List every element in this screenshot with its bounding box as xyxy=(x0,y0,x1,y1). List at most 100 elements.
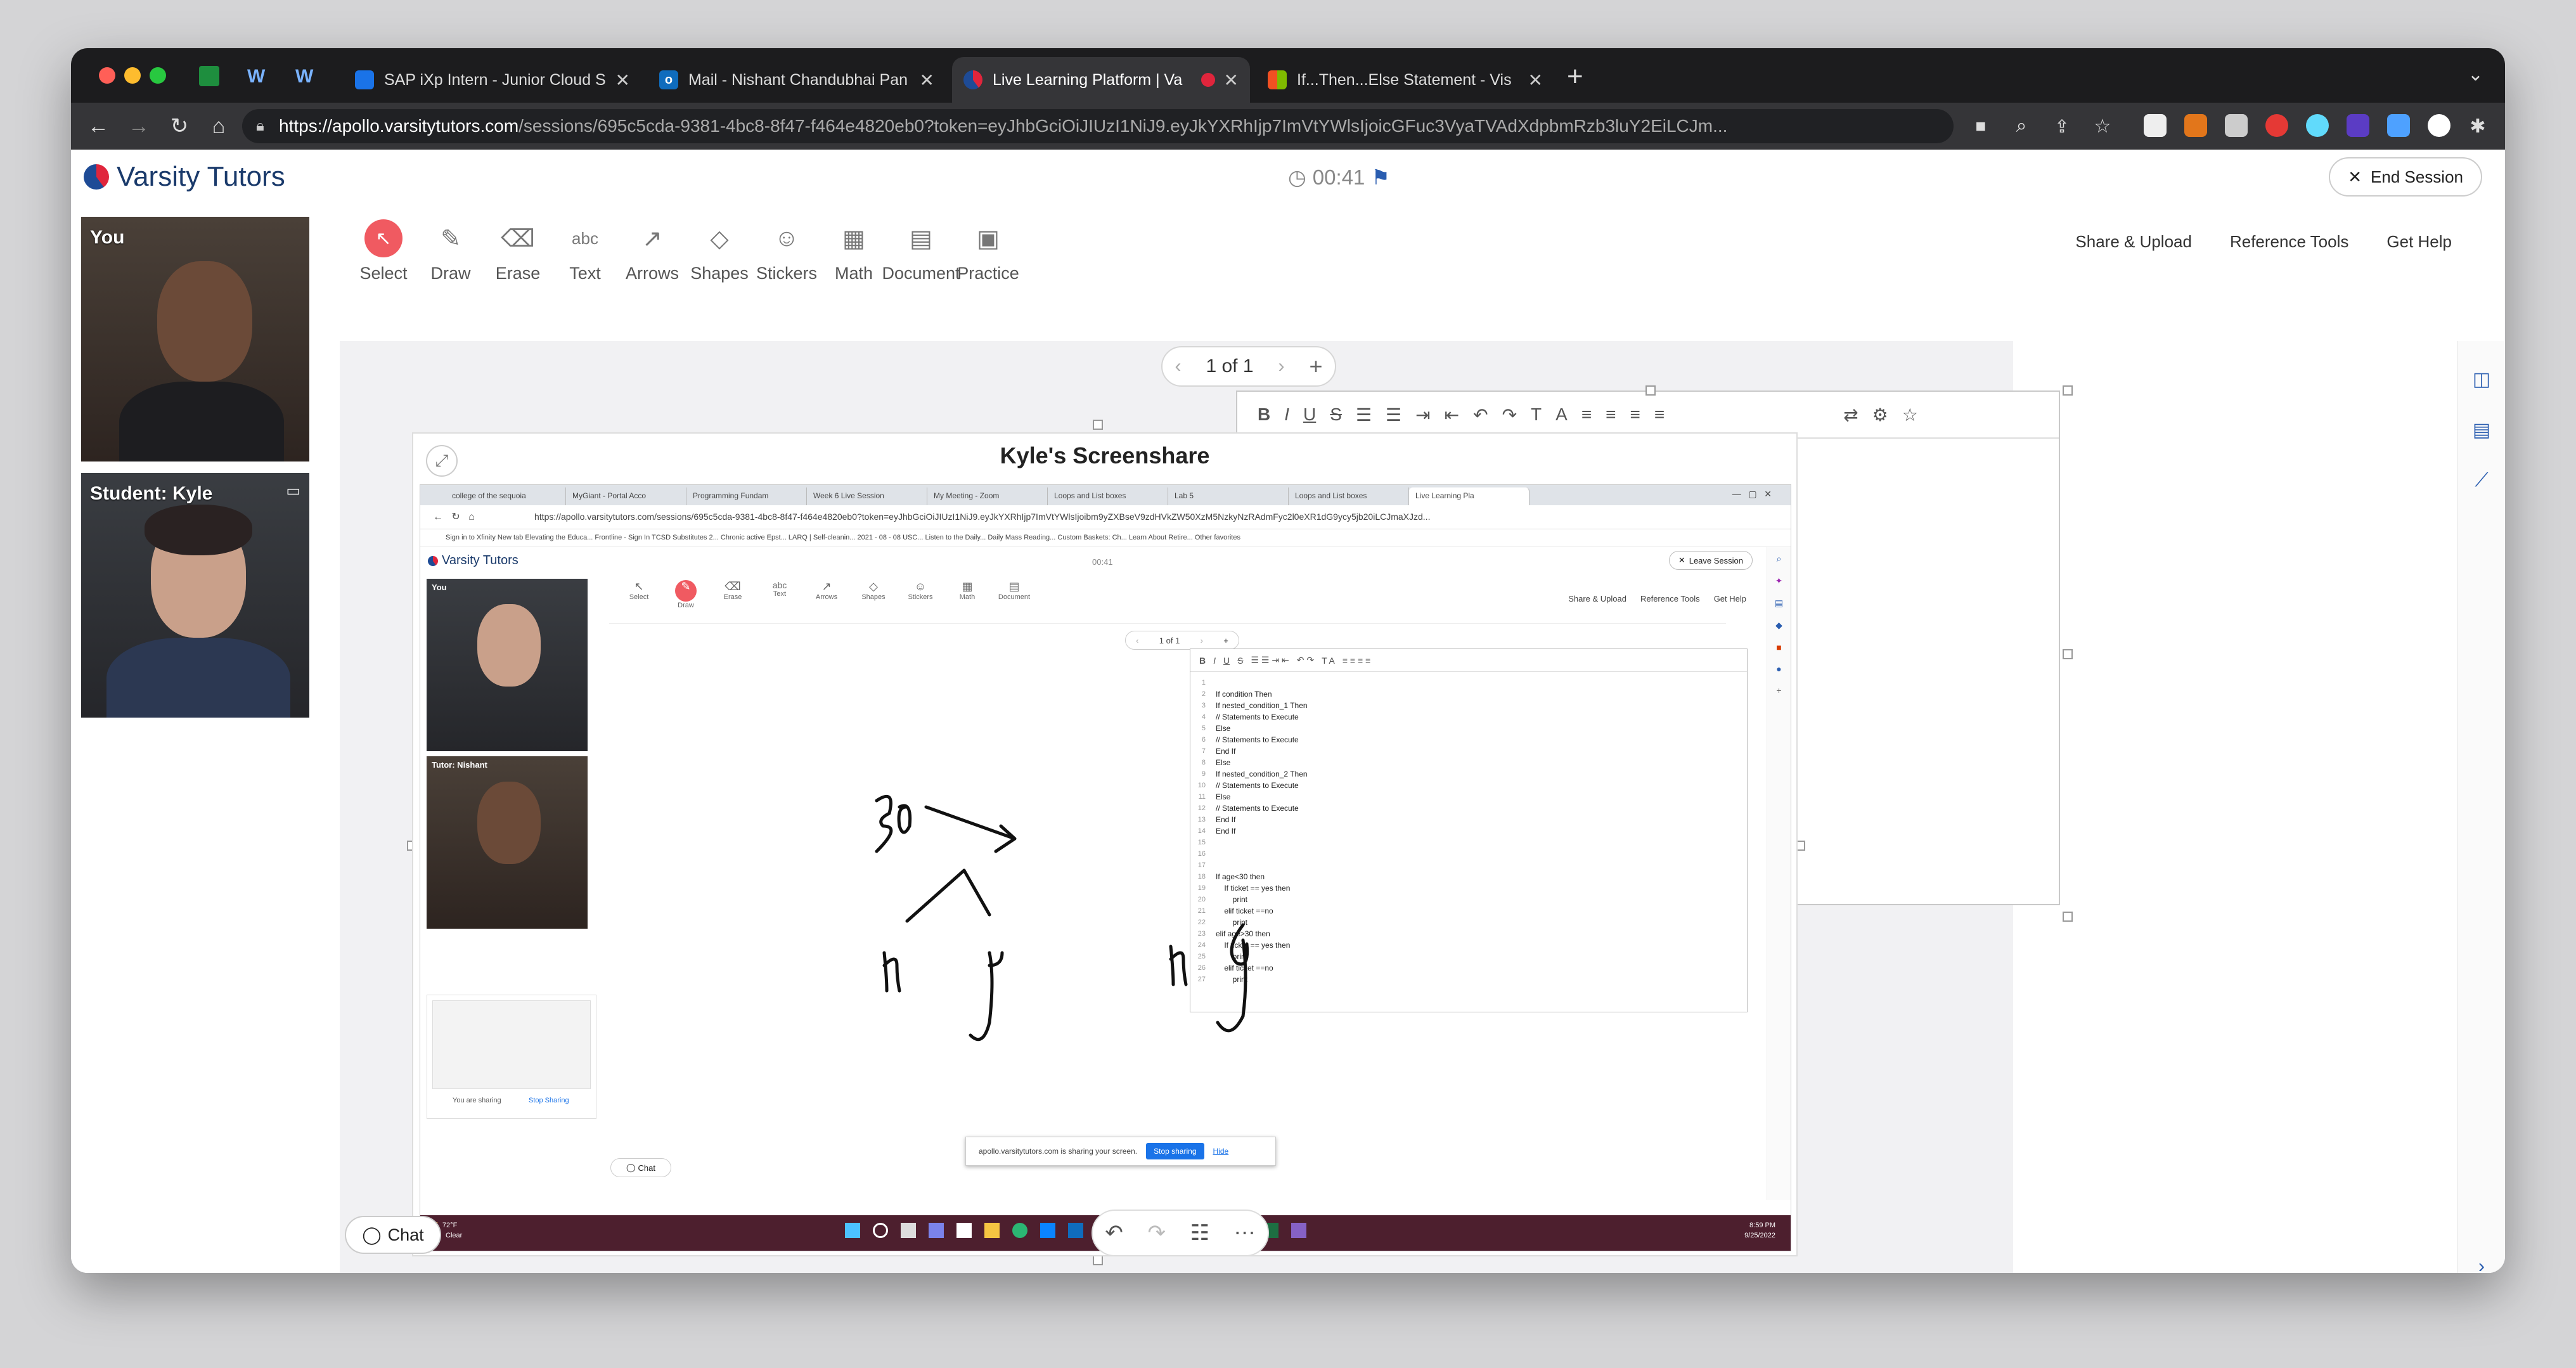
stop-sharing-thumb-link: Stop Sharing xyxy=(529,1097,569,1104)
more-options-icon[interactable]: ⋯ xyxy=(1234,1220,1256,1246)
bookmark-star-icon[interactable]: ☆ xyxy=(2088,112,2117,141)
align-justify-icon[interactable]: ≡ xyxy=(1630,404,1640,425)
close-tab-icon[interactable]: ✕ xyxy=(1528,70,1543,91)
resize-handle[interactable] xyxy=(2063,649,2073,659)
next-page-icon[interactable]: › xyxy=(1278,356,1284,377)
tool-document[interactable]: ▤ Document xyxy=(882,219,960,283)
chat-button[interactable]: ◯ Chat xyxy=(345,1216,441,1254)
undo-icon[interactable]: ↶ xyxy=(1105,1220,1123,1246)
tab-mail[interactable]: o Mail - Nishant Chandubhai Pan ✕ xyxy=(648,57,946,103)
arrow-icon: ↗ xyxy=(642,225,662,252)
tool-shapes[interactable]: ◇ Shapes xyxy=(686,219,753,283)
home-icon[interactable]: ⌂ xyxy=(204,112,233,141)
resize-handle[interactable] xyxy=(2063,385,2073,396)
text-color-icon[interactable]: A xyxy=(1555,404,1568,425)
end-session-button[interactable]: ✕ End Session xyxy=(2329,157,2482,197)
bold-icon[interactable]: B xyxy=(1258,404,1270,425)
extension-pen-icon[interactable] xyxy=(2387,114,2410,137)
text-format-toolbar: B I U S ☰ ☰ ⇥ ⇤ ↶ ↷ T A ≡ ≡ ≡ ≡ ⇄ ⚙ ☆ xyxy=(1237,392,2059,439)
extension-metamask-icon[interactable] xyxy=(2184,114,2207,137)
resize-handle[interactable] xyxy=(1093,1255,1103,1265)
indent-icon[interactable]: ⇥ xyxy=(1415,404,1430,425)
extension-adblock-icon[interactable] xyxy=(2265,114,2288,137)
tool-arrows[interactable]: ↗ Arrows xyxy=(619,219,686,283)
redo-icon[interactable]: ↷ xyxy=(1502,404,1517,425)
prev-page-icon[interactable]: ‹ xyxy=(1175,356,1181,377)
extension-react-icon[interactable] xyxy=(2306,114,2329,137)
underline-icon[interactable]: U xyxy=(1303,404,1316,425)
analytics-icon[interactable]: ⟋ xyxy=(2469,468,2494,493)
outdent-icon[interactable]: ⇤ xyxy=(1445,404,1459,425)
address-bar[interactable]: 🔒︎ https://apollo.varsitytutors.com/sess… xyxy=(242,109,1954,143)
close-icon: ✕ xyxy=(2348,167,2362,186)
collapse-chevron-icon[interactable]: › xyxy=(2469,1254,2494,1273)
align-right-icon[interactable]: ≡ xyxy=(1654,404,1665,425)
reload-icon[interactable]: ↻ xyxy=(165,112,194,141)
minimize-window-button[interactable] xyxy=(124,67,141,84)
calendar-sync-icon[interactable]: ◫ xyxy=(2469,366,2494,392)
bookmark-flag-icon[interactable]: ⚑ xyxy=(1371,165,1390,190)
reference-tools-link[interactable]: Reference Tools xyxy=(2230,232,2348,252)
inner-rail-search-icon: ⌕ xyxy=(1776,553,1782,564)
tool-stickers[interactable]: ☺ Stickers xyxy=(753,219,820,283)
zoom-icon[interactable]: ⌕ xyxy=(2007,112,2036,141)
notes-icon[interactable]: ▤ xyxy=(2469,417,2494,442)
tool-label: Erase xyxy=(495,264,541,283)
new-tab-icon[interactable]: + xyxy=(1567,61,1583,93)
resize-handle[interactable] xyxy=(1093,420,1103,430)
get-help-link[interactable]: Get Help xyxy=(2386,232,2452,252)
tool-select[interactable]: ↖ Select xyxy=(350,219,417,283)
maximize-window-button[interactable] xyxy=(150,67,166,84)
extensions-puzzle-icon[interactable]: ✱ xyxy=(2463,112,2492,141)
forward-icon[interactable]: → xyxy=(124,112,153,141)
close-tab-icon[interactable]: ✕ xyxy=(1224,70,1239,91)
close-tab-icon[interactable]: ✕ xyxy=(920,70,934,91)
undo-icon[interactable]: ↶ xyxy=(1473,404,1488,425)
tool-draw[interactable]: ✎ Draw xyxy=(417,219,484,283)
inner-video-you: You xyxy=(427,579,588,751)
clear-format-icon[interactable]: T xyxy=(1531,404,1542,425)
strikethrough-icon[interactable]: S xyxy=(1330,404,1342,425)
adjust-sliders-icon[interactable]: ☷ xyxy=(1190,1220,1209,1246)
screenshare-window[interactable]: ⤢ Kyle's Screenshare college of the sequ… xyxy=(412,432,1798,1256)
resize-handle[interactable] xyxy=(2063,912,2073,922)
extension-qr-icon[interactable] xyxy=(2144,114,2167,137)
share-icon[interactable]: ⇪ xyxy=(2047,112,2077,141)
tab-sap[interactable]: SAP iXp Intern - Junior Cloud S ✕ xyxy=(344,57,641,103)
resize-handle[interactable] xyxy=(1645,385,1656,396)
tool-math[interactable]: ▦ Math xyxy=(820,219,887,283)
inner-tool: ↗ Arrows xyxy=(803,580,850,609)
camera-icon[interactable]: ■ xyxy=(1966,112,1995,141)
pinned-tab-sheets[interactable] xyxy=(199,66,219,86)
back-icon[interactable]: ← xyxy=(84,112,113,141)
add-page-icon[interactable]: + xyxy=(1309,353,1322,380)
inner-tool-label: Text xyxy=(773,590,787,598)
tool-erase[interactable]: ⌫ Erase xyxy=(484,219,551,283)
settings-icon[interactable]: ⚙ xyxy=(1872,404,1888,425)
extension-badge-icon[interactable] xyxy=(2347,114,2369,137)
stop-sharing-button: Stop sharing xyxy=(1146,1143,1204,1159)
bullet-list-icon[interactable]: ☰ xyxy=(1386,404,1401,425)
share-upload-link[interactable]: Share & Upload xyxy=(2075,232,2192,252)
swap-icon[interactable]: ⇄ xyxy=(1843,404,1858,425)
extension-circle-icon[interactable] xyxy=(2428,114,2450,137)
pinned-tab-w1[interactable]: W xyxy=(247,66,267,87)
sidepanel-icon[interactable]: ▮ xyxy=(2499,112,2505,141)
align-center-icon[interactable]: ≡ xyxy=(1606,404,1616,425)
italic-icon[interactable]: I xyxy=(1284,404,1289,425)
pinned-tab-w2[interactable]: W xyxy=(295,66,316,87)
varsity-tutors-logo: Varsity Tutors xyxy=(84,161,285,193)
redo-icon[interactable]: ↷ xyxy=(1147,1220,1166,1246)
close-tab-icon[interactable]: ✕ xyxy=(615,70,630,91)
stroke-30 xyxy=(875,794,912,853)
star-icon[interactable]: ☆ xyxy=(1902,404,1918,425)
close-window-button[interactable] xyxy=(99,67,115,84)
extension-bitwarden-icon[interactable] xyxy=(2225,114,2248,137)
tab-live-learning[interactable]: Live Learning Platform | Va ✕ xyxy=(952,57,1250,103)
tool-text[interactable]: abc Text xyxy=(551,219,619,283)
tab-if-then-else[interactable]: If...Then...Else Statement - Vis ✕ xyxy=(1256,57,1554,103)
tab-search-chevron-icon[interactable]: ⌄ xyxy=(2468,63,2483,86)
ordered-list-icon[interactable]: ☰ xyxy=(1356,404,1372,425)
tool-practice[interactable]: ▣ Practice xyxy=(955,219,1022,283)
align-left-icon[interactable]: ≡ xyxy=(1581,404,1592,425)
